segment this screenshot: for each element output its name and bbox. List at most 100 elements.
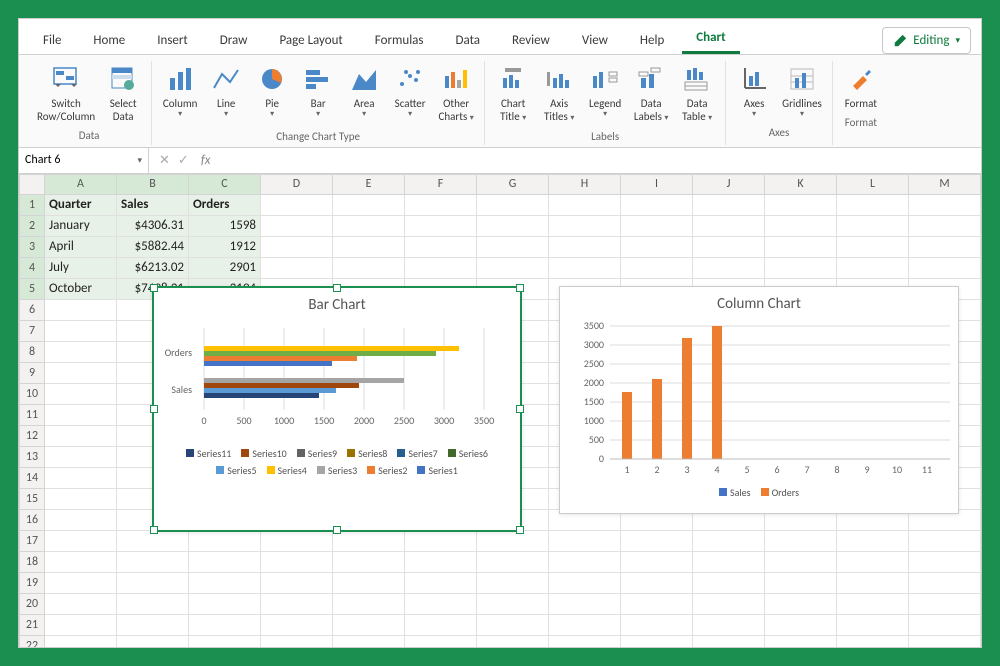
cell[interactable] bbox=[693, 194, 765, 215]
formula-input[interactable] bbox=[224, 148, 981, 173]
cell[interactable] bbox=[477, 194, 549, 215]
column-header[interactable]: K bbox=[765, 174, 837, 194]
cell[interactable] bbox=[621, 551, 693, 572]
row-header[interactable]: 21 bbox=[20, 614, 45, 635]
cell[interactable] bbox=[693, 257, 765, 278]
row-header[interactable]: 7 bbox=[20, 320, 45, 341]
cell[interactable] bbox=[333, 530, 405, 551]
column-header[interactable]: C bbox=[189, 174, 261, 194]
cell[interactable] bbox=[189, 551, 261, 572]
embedded-chart-column[interactable]: Column Chart 350030002500200015001000500… bbox=[559, 286, 959, 514]
cell[interactable] bbox=[333, 635, 405, 647]
row-header[interactable]: 13 bbox=[20, 446, 45, 467]
cell[interactable]: July bbox=[45, 257, 117, 278]
column-header[interactable]: I bbox=[621, 174, 693, 194]
cell[interactable] bbox=[405, 215, 477, 236]
row-header[interactable]: 12 bbox=[20, 425, 45, 446]
cell[interactable] bbox=[765, 236, 837, 257]
cell[interactable] bbox=[477, 593, 549, 614]
row-header[interactable]: 17 bbox=[20, 530, 45, 551]
select-data-button[interactable]: Select Data bbox=[101, 61, 145, 125]
cell[interactable] bbox=[45, 320, 117, 341]
cell[interactable] bbox=[45, 467, 117, 488]
cell[interactable] bbox=[909, 257, 981, 278]
column-header[interactable]: M bbox=[909, 174, 981, 194]
cell[interactable] bbox=[549, 551, 621, 572]
cell[interactable] bbox=[909, 215, 981, 236]
cell[interactable] bbox=[909, 593, 981, 614]
cell[interactable] bbox=[261, 614, 333, 635]
area-chart-button[interactable]: Area▾ bbox=[342, 61, 386, 126]
row-header[interactable]: 9 bbox=[20, 362, 45, 383]
cell[interactable]: $5882.44 bbox=[117, 236, 189, 257]
legend-button[interactable]: Legend▾ bbox=[583, 61, 627, 126]
cell[interactable] bbox=[693, 572, 765, 593]
cell[interactable]: 2901 bbox=[189, 257, 261, 278]
cell[interactable] bbox=[837, 593, 909, 614]
cell[interactable] bbox=[117, 614, 189, 635]
scatter-chart-button[interactable]: Scatter▾ bbox=[388, 61, 432, 126]
cell[interactable] bbox=[765, 593, 837, 614]
tab-view[interactable]: View bbox=[568, 25, 622, 54]
chart-title-button[interactable]: ChartTitle ▾ bbox=[491, 61, 535, 126]
cancel-icon[interactable]: ✕ bbox=[159, 153, 170, 168]
cell[interactable] bbox=[909, 530, 981, 551]
cell[interactable] bbox=[549, 530, 621, 551]
cell[interactable] bbox=[45, 614, 117, 635]
cell[interactable]: April bbox=[45, 236, 117, 257]
format-button[interactable]: Format bbox=[839, 61, 883, 112]
cell[interactable] bbox=[837, 236, 909, 257]
cell[interactable] bbox=[693, 593, 765, 614]
cell[interactable] bbox=[45, 383, 117, 404]
cell[interactable] bbox=[261, 551, 333, 572]
cell[interactable]: 1598 bbox=[189, 215, 261, 236]
cell[interactable] bbox=[909, 194, 981, 215]
cell[interactable] bbox=[477, 614, 549, 635]
cell[interactable] bbox=[45, 446, 117, 467]
cell[interactable] bbox=[549, 593, 621, 614]
cell[interactable] bbox=[621, 614, 693, 635]
cell[interactable] bbox=[189, 593, 261, 614]
cell[interactable] bbox=[621, 194, 693, 215]
cell[interactable] bbox=[837, 215, 909, 236]
cell[interactable] bbox=[477, 635, 549, 647]
cell[interactable]: Sales bbox=[117, 194, 189, 215]
cell[interactable] bbox=[477, 257, 549, 278]
cell[interactable] bbox=[621, 593, 693, 614]
axes-button[interactable]: Axes▾ bbox=[732, 61, 776, 122]
column-header[interactable]: L bbox=[837, 174, 909, 194]
cell[interactable] bbox=[45, 635, 117, 647]
tab-formulas[interactable]: Formulas bbox=[361, 25, 438, 54]
cell[interactable] bbox=[621, 257, 693, 278]
cell[interactable] bbox=[333, 572, 405, 593]
cell[interactable]: $6213.02 bbox=[117, 257, 189, 278]
row-header[interactable]: 4 bbox=[20, 257, 45, 278]
enter-icon[interactable]: ✓ bbox=[178, 153, 189, 168]
cell[interactable] bbox=[837, 551, 909, 572]
cell[interactable] bbox=[693, 215, 765, 236]
cell[interactable] bbox=[261, 530, 333, 551]
cell[interactable] bbox=[405, 614, 477, 635]
cell[interactable] bbox=[837, 194, 909, 215]
cell[interactable] bbox=[765, 530, 837, 551]
cell[interactable] bbox=[621, 236, 693, 257]
cell[interactable] bbox=[405, 257, 477, 278]
cell[interactable] bbox=[621, 635, 693, 647]
cell[interactable] bbox=[909, 236, 981, 257]
column-header[interactable]: J bbox=[693, 174, 765, 194]
cell[interactable] bbox=[765, 614, 837, 635]
cell[interactable] bbox=[333, 593, 405, 614]
cell[interactable] bbox=[549, 194, 621, 215]
cell[interactable] bbox=[909, 635, 981, 647]
cell[interactable] bbox=[405, 530, 477, 551]
cell[interactable] bbox=[189, 635, 261, 647]
cell[interactable] bbox=[765, 635, 837, 647]
cell[interactable] bbox=[45, 299, 117, 320]
column-header[interactable]: G bbox=[477, 174, 549, 194]
cell[interactable] bbox=[621, 530, 693, 551]
cell[interactable] bbox=[261, 635, 333, 647]
column-header[interactable]: D bbox=[261, 174, 333, 194]
line-chart-button[interactable]: Line▾ bbox=[204, 61, 248, 126]
cell[interactable]: 1912 bbox=[189, 236, 261, 257]
cell[interactable] bbox=[261, 215, 333, 236]
